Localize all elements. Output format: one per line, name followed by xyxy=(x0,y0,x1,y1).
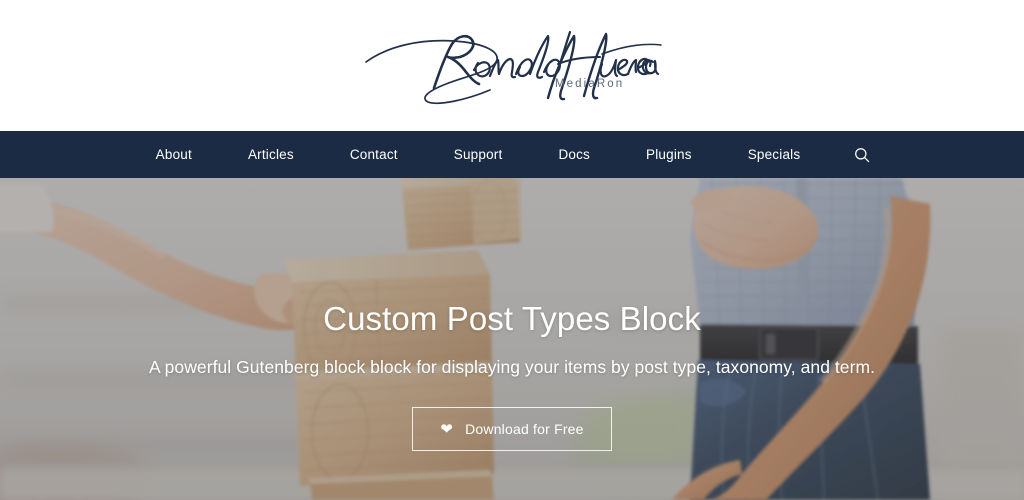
nav-item-contact[interactable]: Contact xyxy=(322,131,426,178)
page-subtitle: A powerful Gutenberg block block for dis… xyxy=(148,357,876,377)
search-icon xyxy=(855,147,870,162)
nav-item-articles[interactable]: Articles xyxy=(220,131,322,178)
download-for-free-button[interactable]: ❤ Download for Free xyxy=(412,407,612,451)
logo-tagline: MediaRon xyxy=(555,77,625,90)
logo-signature-icon xyxy=(365,30,662,104)
nav-item-specials[interactable]: Specials xyxy=(720,131,829,178)
hero-section: Custom Post Types Block A powerful Guten… xyxy=(0,178,1024,500)
nav-item-docs[interactable]: Docs xyxy=(530,131,618,178)
nav-item-support[interactable]: Support xyxy=(426,131,531,178)
site-header: MediaRon xyxy=(0,0,1024,131)
nav-item-about[interactable]: About xyxy=(132,131,220,178)
site-logo[interactable]: MediaRon xyxy=(347,20,677,112)
nav-item-plugins[interactable]: Plugins xyxy=(618,131,720,178)
page-title: Custom Post Types Block xyxy=(323,300,701,337)
main-navigation: About Articles Contact Support Docs Plug… xyxy=(0,131,1024,178)
search-button[interactable] xyxy=(828,131,892,178)
nav-list: About Articles Contact Support Docs Plug… xyxy=(132,131,893,178)
heart-icon: ❤ xyxy=(440,420,454,438)
hero-content: Custom Post Types Block A powerful Guten… xyxy=(0,178,1024,500)
download-button-label: Download for Free xyxy=(465,421,584,437)
